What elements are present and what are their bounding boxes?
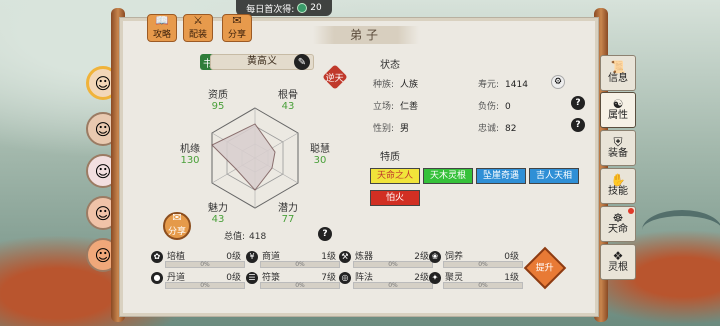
tab-spirit-root[interactable]: ❖ 灵根 [600,244,636,280]
help-icon[interactable]: ? [571,118,585,132]
daily-reward-counter: 每日首次得: 20 [236,0,332,16]
stat-intelligence: 聪慧 30 [310,144,330,166]
stat-fortune: 机缘 130 [180,144,200,166]
armor-icon: ⛨ [613,135,623,149]
jade-coin-icon [297,3,308,13]
daily-first-value: 20 [310,3,322,13]
tab-equipment[interactable]: ⛨ 装备 [600,130,636,166]
skill-item[interactable]: ❀ 饲养 0级 0% [429,249,523,269]
trait-tag[interactable]: 天命之人 [370,168,420,184]
equipment-icon: ⚔ [193,14,203,27]
info-icon: 📜 [610,60,626,74]
tab-skills[interactable]: ✋ 技能 [600,168,636,204]
skill-list: ✿ 培植 0级 0% ¥ 商道 1级 0% ⚒ 炼器 2级 0% ❀ 饲养 0级 0% … [143,249,523,289]
help-icon[interactable]: ? [571,96,585,110]
stat-root-bone: 根骨 43 [278,90,298,112]
skill-item[interactable]: ¥ 商道 1级 0% [246,249,340,269]
pill-icon: ● [151,272,163,284]
notification-dot [628,208,634,214]
gender-field: 性别: 男 [373,124,410,134]
skill-item[interactable]: ● 丹道 0级 0% [151,270,245,290]
status-title: 状态 [380,60,400,71]
skill-item[interactable]: ✿ 培植 0级 0% [151,249,245,269]
skill-item[interactable]: ☰ 符箓 7级 0% [246,270,340,290]
skill-item[interactable]: ◎ 阵法 2级 0% [339,270,433,290]
attribute-icon: ☯ [612,97,624,111]
help-icon[interactable]: ? [318,227,332,241]
coin-icon: ¥ [246,251,258,263]
lifespan-field: 寿元: 1414 [478,80,528,90]
page-title: 弟子 [313,26,419,44]
stance-field: 立场: 仁善 [373,102,419,112]
destiny-icon: ☸ [612,211,624,225]
injury-field: 负伤: 0 [478,102,511,112]
stat-potential: 潜力 77 [278,203,298,225]
talisman-icon: ☰ [246,272,258,284]
trait-tag[interactable]: 天木灵根 [423,168,473,184]
guide-tab[interactable]: 📖 攻略 [147,14,177,42]
pavilion-roof-decoration [642,210,720,250]
trait-tag[interactable]: 坠崖奇遇 [476,168,526,184]
book-icon: 📖 [155,14,169,27]
race-field: 种族: 人族 [373,80,419,90]
tab-attributes[interactable]: ☯ 属性 [600,92,636,128]
daily-first-label: 每日首次得: [246,4,295,15]
traits-title: 特质 [380,152,400,163]
skill-icon: ✋ [610,173,626,187]
skill-item[interactable]: ⚒ 炼器 2级 0% [339,249,433,269]
equipment-tab[interactable]: ⚔ 配装 [183,14,213,42]
plant-icon: ✿ [151,251,163,263]
pet-icon: ❀ [429,251,441,263]
stat-aptitude: 资质 95 [208,90,228,112]
loyalty-field: 忠诚: 82 [478,124,517,134]
spirit-icon: ✦ [429,272,441,284]
share-icon: ✉ [232,14,242,27]
spirit-root-icon: ❖ [612,249,624,263]
stat-charm: 魅力 43 [208,203,228,225]
forge-icon: ⚒ [339,251,351,263]
lifespan-detail-icon[interactable]: ⚙ [551,75,565,89]
attribute-total: 总值: 418 [224,232,267,242]
edit-icon[interactable]: ✎ [294,54,310,70]
trait-tag[interactable]: 吉人天相 [529,168,579,184]
share-icon: ✉ [172,211,182,224]
tab-info[interactable]: 📜 信息 [600,55,636,91]
skill-item[interactable]: ✦ 聚灵 1级 0% [429,270,523,290]
formation-icon: ◎ [339,272,351,284]
tab-destiny[interactable]: ☸ 天命 [600,206,636,242]
share-button[interactable]: ✉ 分享 [163,211,191,240]
trait-tag[interactable]: 怕火 [370,190,420,206]
share-tab[interactable]: ✉ 分享 [222,14,252,42]
